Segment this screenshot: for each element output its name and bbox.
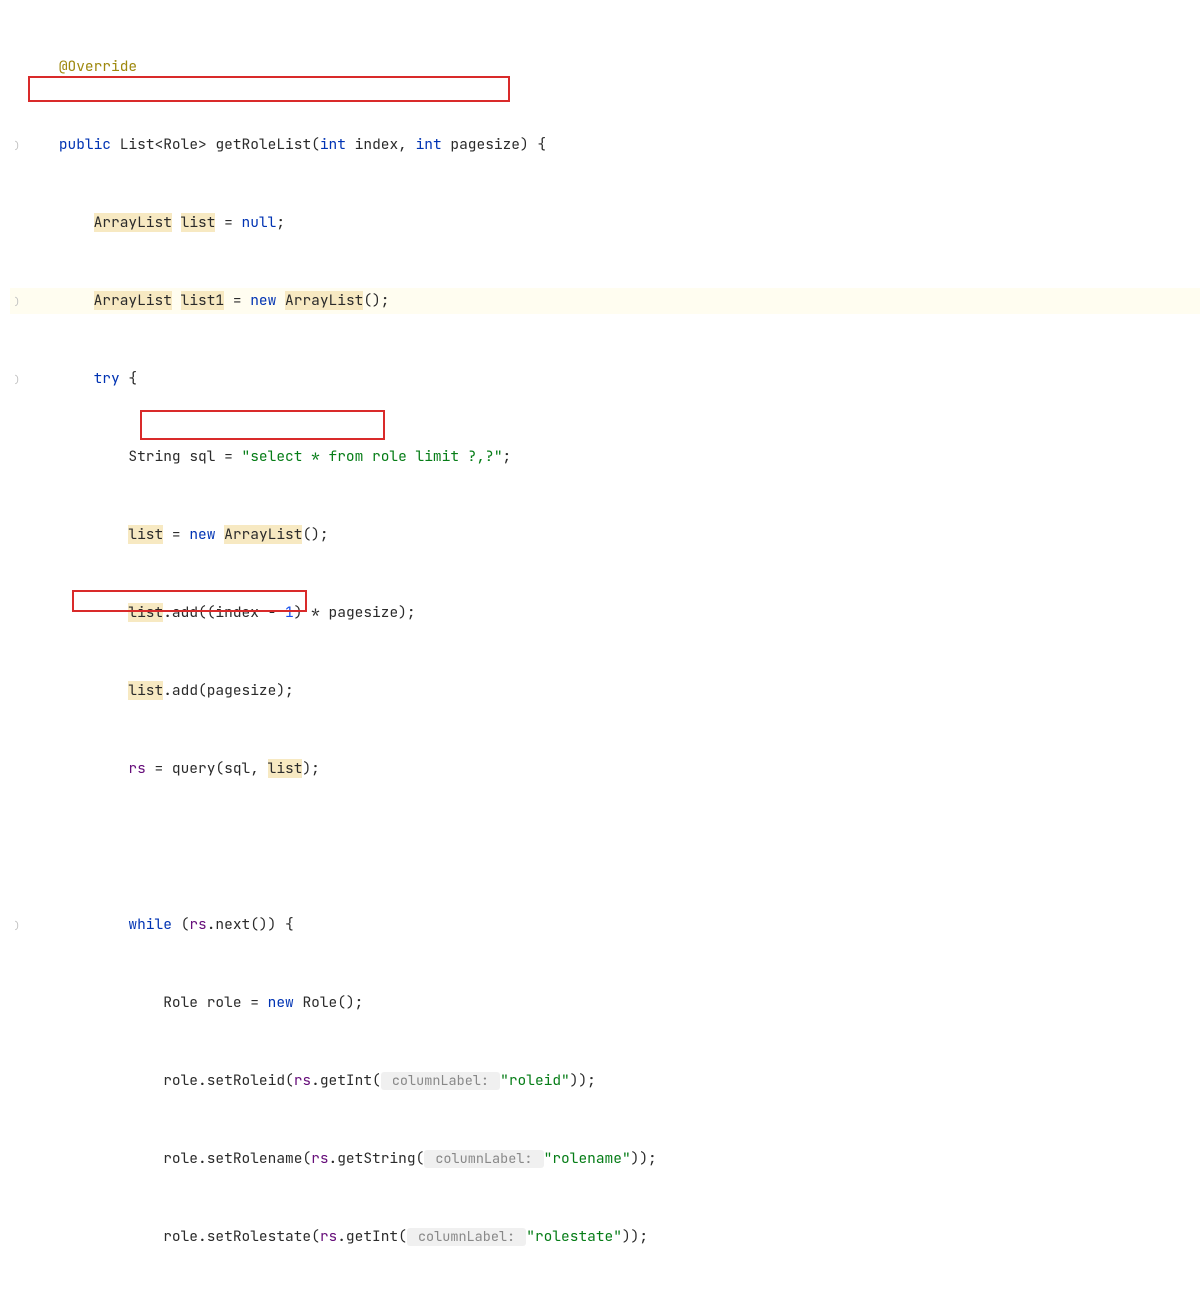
code-line-blank — [10, 834, 1200, 860]
annotation: @Override — [59, 57, 137, 76]
keyword-public: public — [59, 135, 111, 154]
parameter-hint: columnLabel: — [407, 1228, 526, 1246]
code-line: role.setRolestate(rs.getInt( columnLabel… — [10, 1224, 1200, 1250]
code-line: ) public List<Role> getRoleList(int inde… — [10, 132, 1200, 158]
code-line: Role role = new Role(); — [10, 990, 1200, 1016]
code-line: String sql = "select * from role limit ?… — [10, 444, 1200, 470]
code-line: list.add((index - 1) * pagesize); — [10, 600, 1200, 626]
code-line: role.setRoleid(rs.getInt( columnLabel: "… — [10, 1068, 1200, 1094]
code-line-highlighted: ) ArrayList list1 = new ArrayList(); — [10, 288, 1200, 314]
code-line: list = new ArrayList(); — [10, 522, 1200, 548]
code-line: ) while (rs.next()) { — [10, 912, 1200, 938]
code-line: rs = query(sql, list); — [10, 756, 1200, 782]
code-line: list.add(pagesize); — [10, 678, 1200, 704]
parameter-hint: columnLabel: — [381, 1072, 500, 1090]
annotation-box — [140, 410, 385, 440]
parameter-hint: columnLabel: — [424, 1150, 543, 1168]
code-line: ) try { — [10, 366, 1200, 392]
code-editor[interactable]: @Override ) public List<Role> getRoleLis… — [0, 0, 1200, 1292]
code-line: role.setRolename(rs.getString( columnLab… — [10, 1146, 1200, 1172]
code-line: ArrayList list = null; — [10, 210, 1200, 236]
code-line: @Override — [10, 54, 1200, 80]
